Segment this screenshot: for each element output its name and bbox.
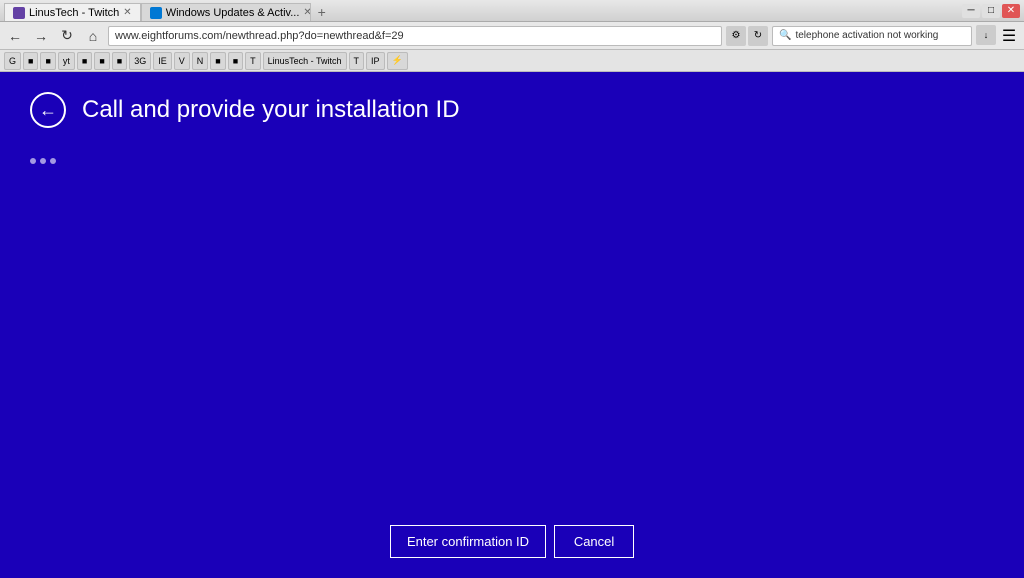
tab-close-windows[interactable]: ✕ [303, 7, 310, 18]
tools-menu-button[interactable]: ☰ [998, 25, 1020, 47]
tab-twitch[interactable]: LinusTech - Twitch ✕ [4, 3, 141, 21]
maximize-button[interactable]: □ [982, 4, 1000, 18]
tab-label-twitch: LinusTech - Twitch [29, 7, 119, 19]
search-provider-icon: 🔍 [779, 30, 791, 41]
new-tab-button[interactable]: + [311, 3, 333, 21]
activation-footer: Enter confirmation ID Cancel [0, 505, 1024, 578]
bookmark-item[interactable]: ■ [228, 52, 243, 70]
page-area: Use a title that describes your problem … [0, 72, 1024, 578]
cancel-button[interactable]: Cancel [554, 525, 634, 558]
address-bar: ← → ↻ ⌂ www.eightforums.com/newthread.ph… [0, 22, 1024, 50]
bookmark-item[interactable]: N [192, 52, 209, 70]
tab-bar: LinusTech - Twitch ✕ Windows Updates & A… [4, 0, 333, 21]
bookmark-item[interactable]: ■ [23, 52, 38, 70]
bookmark-item[interactable]: ■ [94, 52, 109, 70]
bookmark-item[interactable]: ■ [77, 52, 92, 70]
loading-indicator [30, 148, 994, 174]
bookmark-item[interactable]: ⚡ [387, 52, 408, 70]
bookmark-item[interactable]: yt [58, 52, 75, 70]
activation-back-button[interactable]: ← [30, 92, 66, 128]
bookmarks-bar: G ■ ■ yt ■ ■ ■ 3G IE V N ■ ■ T LinusTech… [0, 50, 1024, 72]
loading-dot-2 [40, 158, 46, 164]
bookmark-item[interactable]: IE [153, 52, 172, 70]
tab-favicon-twitch [13, 7, 25, 19]
title-bar: LinusTech - Twitch ✕ Windows Updates & A… [0, 0, 1024, 22]
download-icon[interactable]: ↓ [976, 25, 996, 45]
tab-label-windows: Windows Updates & Activ... [166, 7, 300, 19]
bookmark-item[interactable]: ■ [112, 52, 127, 70]
bookmark-item[interactable]: T [349, 52, 365, 70]
bookmark-item[interactable]: T [245, 52, 261, 70]
enter-confirmation-id-button[interactable]: Enter confirmation ID [390, 525, 546, 558]
loading-dot-1 [30, 158, 36, 164]
bookmark-item[interactable]: 3G [129, 52, 151, 70]
bookmark-item[interactable]: G [4, 52, 21, 70]
bookmark-item[interactable]: ■ [210, 52, 225, 70]
close-button[interactable]: ✕ [1002, 4, 1020, 18]
tab-windows[interactable]: Windows Updates & Activ... ✕ [141, 3, 311, 21]
window-controls: ─ □ ✕ [962, 4, 1020, 18]
activation-overlay: ← Call and provide your installation ID … [0, 72, 1024, 578]
activation-title: Call and provide your installation ID [82, 96, 460, 124]
activation-body [0, 138, 1024, 505]
search-input[interactable]: 🔍 telephone activation not working [772, 26, 972, 46]
forward-button[interactable]: → [30, 25, 52, 47]
loading-dot-3 [50, 158, 56, 164]
home-button[interactable]: ⌂ [82, 25, 104, 47]
search-text: telephone activation not working [795, 30, 938, 41]
minimize-button[interactable]: ─ [962, 4, 980, 18]
tab-close-twitch[interactable]: ✕ [123, 7, 131, 18]
bookmark-item[interactable]: IP [366, 52, 385, 70]
activation-header: ← Call and provide your installation ID [0, 72, 1024, 138]
address-input[interactable]: www.eightforums.com/newthread.php?do=new… [108, 26, 722, 46]
tab-favicon-windows [150, 7, 162, 19]
bookmark-item[interactable]: V [174, 52, 190, 70]
compat-icon[interactable]: ⚙ [726, 26, 746, 46]
refresh-addr-icon[interactable]: ↻ [748, 26, 768, 46]
refresh-button[interactable]: ↻ [56, 25, 78, 47]
bookmark-item[interactable]: ■ [40, 52, 55, 70]
address-text: www.eightforums.com/newthread.php?do=new… [115, 30, 404, 42]
back-button[interactable]: ← [4, 25, 26, 47]
bookmark-item[interactable]: LinusTech - Twitch [263, 52, 347, 70]
back-arrow-icon: ← [39, 100, 57, 121]
